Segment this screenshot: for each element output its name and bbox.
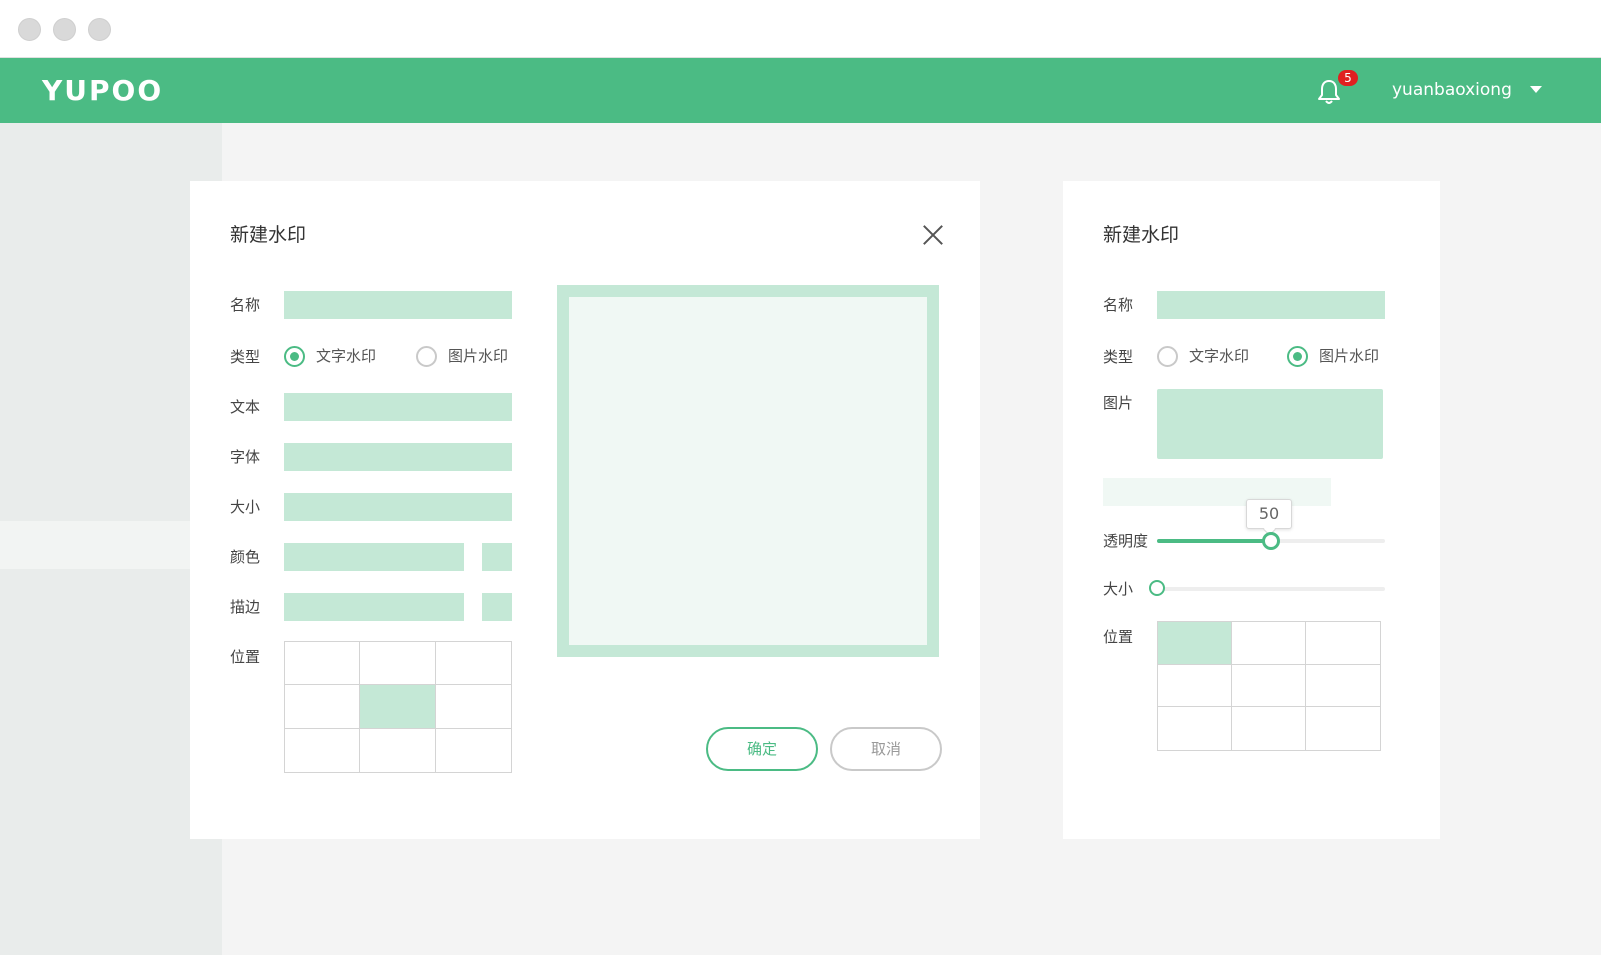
label-size: 大小 bbox=[1103, 580, 1134, 598]
new-watermark-dialog-text: 新建水印 名称 类型 文字水印 图片水印 文本 字体 大小 颜色 描边 位置 确… bbox=[190, 181, 980, 839]
radio-image-watermark-label: 图片水印 bbox=[1319, 347, 1380, 365]
size-slider[interactable] bbox=[1157, 587, 1385, 591]
radio-image-watermark[interactable] bbox=[416, 346, 437, 367]
position-cell[interactable] bbox=[1306, 664, 1380, 708]
window-zoom-dot[interactable] bbox=[88, 18, 111, 41]
watermark-preview bbox=[557, 285, 939, 657]
position-cell[interactable] bbox=[1306, 707, 1380, 750]
new-watermark-dialog-image: 新建水印 名称 类型 文字水印 图片水印 图片 50 透明度 大小 位置 bbox=[1063, 181, 1440, 839]
position-cell[interactable] bbox=[1306, 622, 1380, 665]
label-text: 文本 bbox=[230, 398, 261, 416]
position-grid bbox=[284, 641, 512, 773]
position-cell[interactable] bbox=[435, 728, 511, 772]
top-header: YUPOO 5 yuanbaoxiong bbox=[0, 57, 1601, 123]
notification-badge: 5 bbox=[1338, 70, 1358, 86]
position-cell[interactable] bbox=[360, 728, 436, 772]
label-name: 名称 bbox=[1103, 296, 1134, 314]
size-slider-handle[interactable] bbox=[1149, 580, 1165, 596]
label-color: 颜色 bbox=[230, 548, 261, 566]
position-cell[interactable] bbox=[285, 642, 361, 686]
position-cell[interactable] bbox=[285, 728, 361, 772]
color-input[interactable] bbox=[284, 543, 464, 571]
position-cell[interactable] bbox=[1232, 664, 1306, 708]
yupoo-logo[interactable]: YUPOO bbox=[42, 68, 163, 114]
radio-image-watermark[interactable] bbox=[1287, 346, 1308, 367]
position-cell[interactable] bbox=[1232, 622, 1306, 665]
main-content: 新建水印 名称 类型 文字水印 图片水印 文本 字体 大小 颜色 描边 位置 确… bbox=[0, 123, 1601, 955]
radio-text-watermark[interactable] bbox=[1157, 346, 1178, 367]
label-type: 类型 bbox=[1103, 348, 1134, 366]
window-chrome bbox=[0, 0, 1601, 57]
label-position: 位置 bbox=[230, 648, 261, 666]
label-type: 类型 bbox=[230, 348, 261, 366]
cancel-button[interactable]: 取消 bbox=[830, 727, 942, 771]
position-cell[interactable] bbox=[360, 685, 436, 729]
label-name: 名称 bbox=[230, 296, 261, 314]
image-upload-area[interactable] bbox=[1157, 389, 1383, 459]
size-input[interactable] bbox=[284, 493, 512, 521]
window-minimize-dot[interactable] bbox=[53, 18, 76, 41]
label-font: 字体 bbox=[230, 448, 261, 466]
dialog-title: 新建水印 bbox=[1103, 224, 1180, 246]
confirm-button[interactable]: 确定 bbox=[706, 727, 818, 771]
font-select[interactable] bbox=[284, 443, 512, 471]
stroke-input[interactable] bbox=[284, 593, 464, 621]
position-cell[interactable] bbox=[1158, 622, 1232, 665]
opacity-slider-fill bbox=[1157, 539, 1271, 543]
label-size: 大小 bbox=[230, 498, 261, 516]
position-grid bbox=[1157, 621, 1381, 751]
label-position: 位置 bbox=[1103, 628, 1134, 646]
app-window: YUPOO 5 yuanbaoxiong 新建水印 名称 类型 文字水印 图片水… bbox=[0, 0, 1601, 955]
opacity-slider-handle[interactable] bbox=[1262, 532, 1280, 550]
text-input[interactable] bbox=[284, 393, 512, 421]
name-input[interactable] bbox=[284, 291, 512, 319]
dialog-title: 新建水印 bbox=[230, 224, 307, 246]
close-icon[interactable] bbox=[922, 224, 944, 246]
radio-text-watermark-label: 文字水印 bbox=[316, 347, 377, 365]
chevron-down-icon[interactable] bbox=[1530, 86, 1542, 93]
bell-icon[interactable] bbox=[1316, 78, 1342, 106]
window-close-dot[interactable] bbox=[18, 18, 41, 41]
position-cell[interactable] bbox=[1232, 707, 1306, 750]
radio-image-watermark-label: 图片水印 bbox=[448, 347, 509, 365]
name-input[interactable] bbox=[1157, 291, 1385, 319]
radio-text-watermark-label: 文字水印 bbox=[1189, 347, 1250, 365]
user-menu-name[interactable]: yuanbaoxiong bbox=[1392, 78, 1512, 102]
label-stroke: 描边 bbox=[230, 598, 261, 616]
stroke-swatch[interactable] bbox=[482, 593, 512, 621]
opacity-value-tooltip: 50 bbox=[1246, 499, 1292, 529]
label-opacity: 透明度 bbox=[1103, 532, 1149, 550]
label-image: 图片 bbox=[1103, 394, 1134, 412]
radio-text-watermark[interactable] bbox=[284, 346, 305, 367]
position-cell[interactable] bbox=[435, 642, 511, 686]
position-cell[interactable] bbox=[285, 685, 361, 729]
position-cell[interactable] bbox=[1158, 707, 1232, 750]
position-cell[interactable] bbox=[435, 685, 511, 729]
position-cell[interactable] bbox=[1158, 664, 1232, 708]
color-swatch[interactable] bbox=[482, 543, 512, 571]
upload-hint-bar bbox=[1103, 478, 1331, 506]
sidebar bbox=[0, 123, 222, 955]
sidebar-active-item[interactable] bbox=[0, 521, 222, 569]
position-cell[interactable] bbox=[360, 642, 436, 686]
